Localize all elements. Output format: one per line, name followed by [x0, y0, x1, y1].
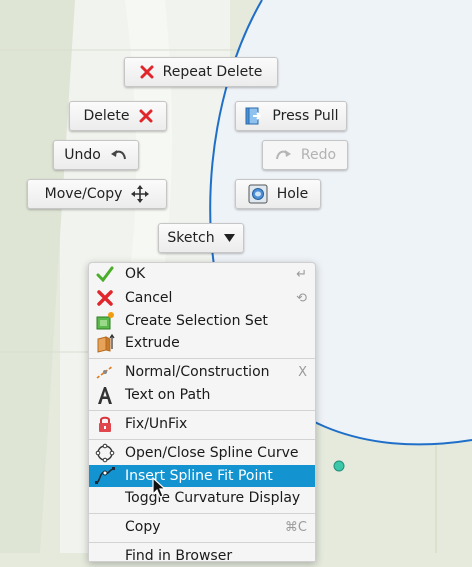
press-pull-label: Press Pull	[272, 108, 339, 124]
menu-item-label: Create Selection Set	[125, 313, 268, 329]
move-copy-button[interactable]: Move/Copy	[27, 179, 167, 209]
menu-item-shortcut: X	[298, 364, 307, 380]
delete-button[interactable]: Delete	[69, 101, 167, 131]
spline-close-icon	[94, 442, 116, 464]
menu-item-shortcut: ↵	[296, 266, 307, 282]
menu-item-copy[interactable]: Copy ⌘C	[89, 516, 315, 538]
repeat-delete-label: Repeat Delete	[162, 64, 263, 80]
text-a-icon	[94, 384, 116, 406]
undo-button[interactable]: Undo	[53, 140, 139, 170]
menu-separator	[89, 439, 315, 440]
check-icon	[94, 263, 116, 285]
lock-icon	[94, 413, 116, 435]
press-pull-icon	[243, 106, 263, 126]
menu-item-label: Extrude	[125, 335, 180, 351]
menu-item-ok[interactable]: OK ↵	[89, 263, 315, 285]
delete-x-icon	[140, 65, 154, 79]
menu-item-toggle-curvature[interactable]: Toggle Curvature Display	[89, 487, 315, 509]
menu-item-label: Open/Close Spline Curve	[125, 445, 299, 461]
menu-separator	[89, 513, 315, 514]
cancel-x-icon	[94, 287, 116, 309]
hole-button[interactable]: Hole	[235, 179, 321, 209]
menu-item-cancel[interactable]: Cancel ⟲	[89, 287, 315, 309]
menu-item-extrude[interactable]: Extrude	[89, 332, 315, 354]
redo-arrow-icon	[274, 147, 292, 163]
undo-arrow-icon	[110, 147, 128, 163]
extrude-icon	[94, 332, 116, 354]
redo-button[interactable]: Redo	[262, 140, 348, 170]
selection-set-icon	[94, 310, 116, 332]
menu-item-label: Copy	[125, 519, 161, 535]
dropdown-triangle-icon	[223, 233, 235, 243]
menu-item-label: Fix/UnFix	[125, 416, 188, 432]
menu-separator	[89, 410, 315, 411]
hole-label: Hole	[276, 186, 309, 202]
menu-item-label: Normal/Construction	[125, 364, 270, 380]
move-arrows-icon	[131, 185, 150, 203]
move-copy-label: Move/Copy	[44, 186, 123, 202]
menu-item-fix-unfix[interactable]: Fix/UnFix	[89, 413, 315, 435]
menu-item-label: Text on Path	[125, 387, 211, 403]
menu-item-create-selection-set[interactable]: Create Selection Set	[89, 310, 315, 332]
context-menu: OK ↵ Cancel ⟲ Create Selection Set Extru…	[88, 262, 316, 564]
menu-separator	[89, 542, 315, 543]
menu-item-insert-spline-fit-point[interactable]: Insert Spline Fit Point	[89, 465, 315, 487]
mouse-pointer-icon	[152, 477, 167, 498]
construction-line-icon	[94, 361, 116, 383]
press-pull-button[interactable]: Press Pull	[235, 101, 347, 131]
menu-separator	[89, 358, 315, 359]
menu-item-label: Find in Browser	[125, 548, 233, 564]
menu-item-text-on-path[interactable]: Text on Path	[89, 384, 315, 406]
menu-item-label: OK	[125, 266, 146, 282]
menu-item-shortcut: ⌘C	[284, 519, 307, 535]
menu-item-shortcut: ⟲	[296, 290, 307, 306]
fit-point	[333, 460, 345, 472]
delete-x-icon	[139, 109, 153, 123]
delete-label: Delete	[83, 108, 130, 124]
undo-label: Undo	[64, 147, 101, 163]
sketch-label: Sketch	[167, 230, 215, 246]
menu-item-label: Insert Spline Fit Point	[125, 468, 273, 484]
sketch-dropdown-button[interactable]: Sketch	[158, 223, 244, 253]
hole-icon	[248, 184, 268, 204]
spline-fit-point-icon	[94, 465, 116, 487]
menu-item-open-close-spline[interactable]: Open/Close Spline Curve	[89, 442, 315, 464]
menu-item-normal-construction[interactable]: Normal/Construction X	[89, 361, 315, 383]
repeat-delete-button[interactable]: Repeat Delete	[124, 57, 278, 87]
menu-item-label: Cancel	[125, 290, 173, 306]
menu-item-find-in-browser[interactable]: Find in Browser	[89, 545, 315, 567]
redo-label: Redo	[300, 147, 337, 163]
